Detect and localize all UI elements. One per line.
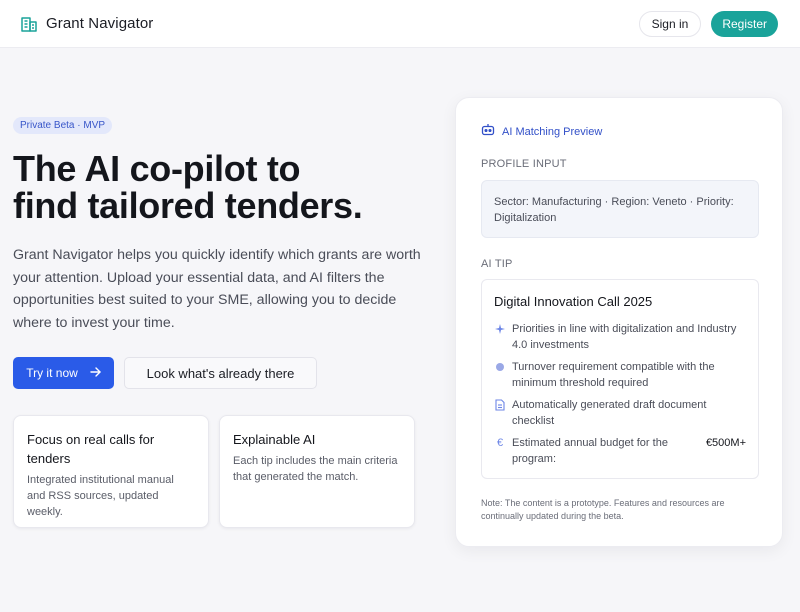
header-actions: Sign in Register — [638, 10, 778, 37]
try-it-now-label: Try it now — [26, 366, 78, 380]
profile-input-box: Sector: Manufacturing · Region: Veneto ·… — [481, 180, 759, 238]
panel-header: AI Matching Preview — [481, 123, 602, 141]
hero-title: The AI co-pilot to find tailored tenders… — [13, 150, 433, 224]
budget-text: Estimated annual budget for the program: — [512, 437, 668, 465]
ai-tip-label: AI TIP — [481, 258, 513, 270]
prototype-note: Note: The content is a prototype. Featur… — [481, 498, 725, 521]
look-existing-button[interactable]: Look what's already there — [124, 357, 317, 389]
budget-left: € Estimated annual budget for the progra… — [494, 435, 682, 467]
sparkle-icon — [494, 323, 506, 335]
budget-value: €500M+ — [705, 437, 746, 449]
tip-item-budget: € Estimated annual budget for the progra… — [494, 435, 746, 467]
panel-title: AI Matching Preview — [502, 126, 603, 138]
feature-card-explainable-ai: Explainable AI Each tip includes the mai… — [219, 415, 415, 528]
feature-card-text: Each tip includes the main criteria that… — [233, 455, 398, 483]
ai-tip-card: Digital Innovation Call 2025 Priorities … — [481, 279, 759, 479]
top-navbar: Grant Navigator Sign in Register — [0, 0, 800, 48]
feature-card-title: Explainable AI — [233, 432, 316, 447]
register-button[interactable]: Register — [711, 10, 778, 37]
euro-icon: € — [496, 437, 504, 449]
tip-text: Automatically generated draft document c… — [512, 399, 707, 427]
tip-item: Automatically generated draft document c… — [494, 397, 746, 429]
brand-name: Grant Navigator — [46, 15, 154, 32]
ai-matching-preview-panel: AI Matching Preview PROFILE INPUT Sector… — [455, 97, 783, 547]
tip-text: Turnover requirement compatible with the… — [512, 361, 715, 389]
feature-card-real-calls: Focus on real calls for tenders Integrat… — [13, 415, 209, 528]
cta-row: Try it now Look what's already there — [13, 357, 317, 389]
hero-title-line-1: The AI co-pilot to — [13, 148, 301, 189]
building-icon — [20, 15, 38, 33]
tip-item: Turnover requirement compatible with the… — [494, 359, 746, 391]
robot-icon — [481, 123, 495, 141]
sign-in-button[interactable]: Sign in — [638, 10, 702, 37]
tip-title: Digital Innovation Call 2025 — [494, 294, 653, 309]
hero-description: Grant Navigator helps you quickly identi… — [13, 247, 421, 331]
dot-icon — [494, 361, 506, 373]
brand[interactable]: Grant Navigator — [20, 15, 153, 33]
feature-card-text: Integrated institutional manual and RSS … — [27, 474, 174, 518]
try-it-now-button[interactable]: Try it now — [13, 357, 114, 389]
tip-item: Priorities in line with digitalization a… — [494, 321, 746, 353]
tip-text: Priorities in line with digitalization a… — [512, 323, 737, 351]
arrow-right-icon — [90, 366, 101, 380]
beta-badge: Private Beta · MVP — [13, 117, 113, 134]
feature-card-title: Focus on real calls for tenders — [27, 432, 155, 466]
hero-title-line-2: find tailored tenders. — [13, 185, 363, 226]
profile-input-label: PROFILE INPUT — [481, 158, 567, 170]
document-icon — [494, 399, 506, 411]
